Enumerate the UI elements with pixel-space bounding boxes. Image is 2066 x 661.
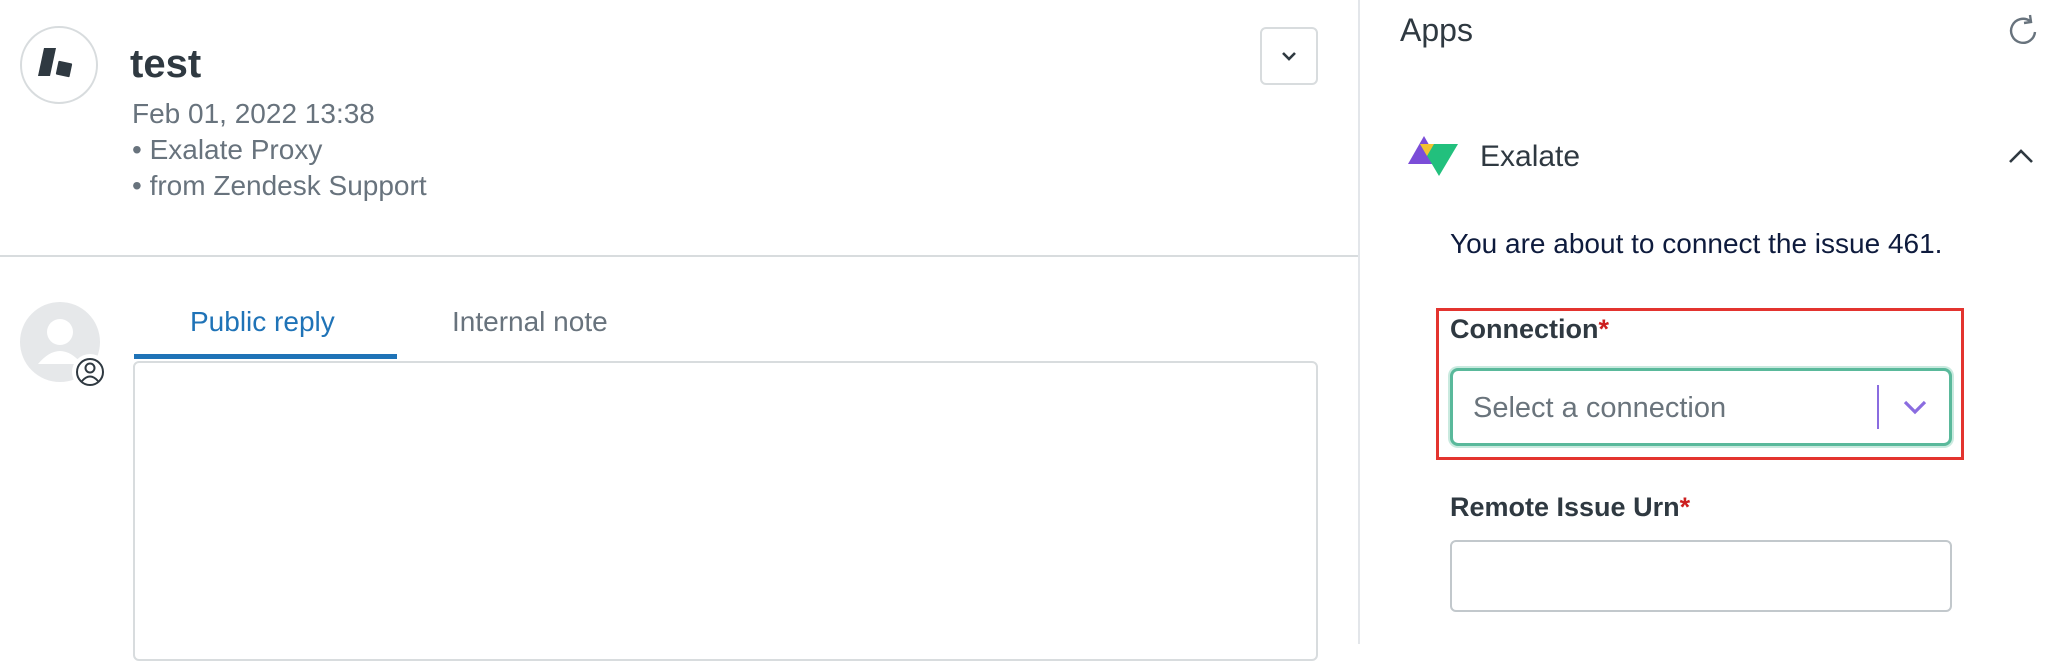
select-separator xyxy=(1877,385,1879,429)
tab-internal-note[interactable]: Internal note xyxy=(452,306,608,338)
remote-issue-urn-label: Remote Issue Urn* xyxy=(1450,492,1690,523)
required-mark: * xyxy=(1598,314,1610,344)
ticket-source: • from Zendesk Support xyxy=(132,170,427,201)
connection-select[interactable]: Select a connection xyxy=(1450,368,1952,446)
reply-editor[interactable] xyxy=(133,361,1318,661)
tab-public-reply[interactable]: Public reply xyxy=(190,306,335,338)
more-options-button[interactable] xyxy=(1260,27,1318,85)
app-name: Exalate xyxy=(1480,140,1581,173)
pane-divider xyxy=(1358,0,1360,644)
exalate-logo-icon xyxy=(1406,134,1460,178)
connect-message: You are about to connect the issue 461. xyxy=(1450,228,1943,259)
refresh-icon[interactable] xyxy=(2004,12,2042,50)
chevron-down-icon xyxy=(1282,52,1296,61)
connection-label: Connection* xyxy=(1450,314,1609,345)
connection-label-text: Connection xyxy=(1450,314,1599,344)
ticket-via: • Exalate Proxy xyxy=(132,134,323,165)
agent-badge-icon xyxy=(72,354,108,390)
chevron-down-icon xyxy=(1899,393,1931,421)
apps-heading: Apps xyxy=(1400,12,1473,48)
ticket-date: Feb 01, 2022 13:38 xyxy=(132,98,375,129)
ticket-pane: test Feb 01, 2022 13:38 • Exalate Proxy … xyxy=(0,0,1358,661)
remote-issue-urn-input[interactable] xyxy=(1450,540,1952,612)
ticket-title: test xyxy=(130,42,202,86)
required-mark: * xyxy=(1679,492,1691,522)
chevron-up-icon[interactable] xyxy=(2004,142,2038,172)
remote-issue-urn-label-text: Remote Issue Urn xyxy=(1450,492,1680,522)
active-tab-indicator xyxy=(134,354,397,359)
zendesk-logo-icon xyxy=(20,26,98,104)
connection-placeholder: Select a connection xyxy=(1473,392,1727,424)
header-divider xyxy=(0,255,1358,257)
